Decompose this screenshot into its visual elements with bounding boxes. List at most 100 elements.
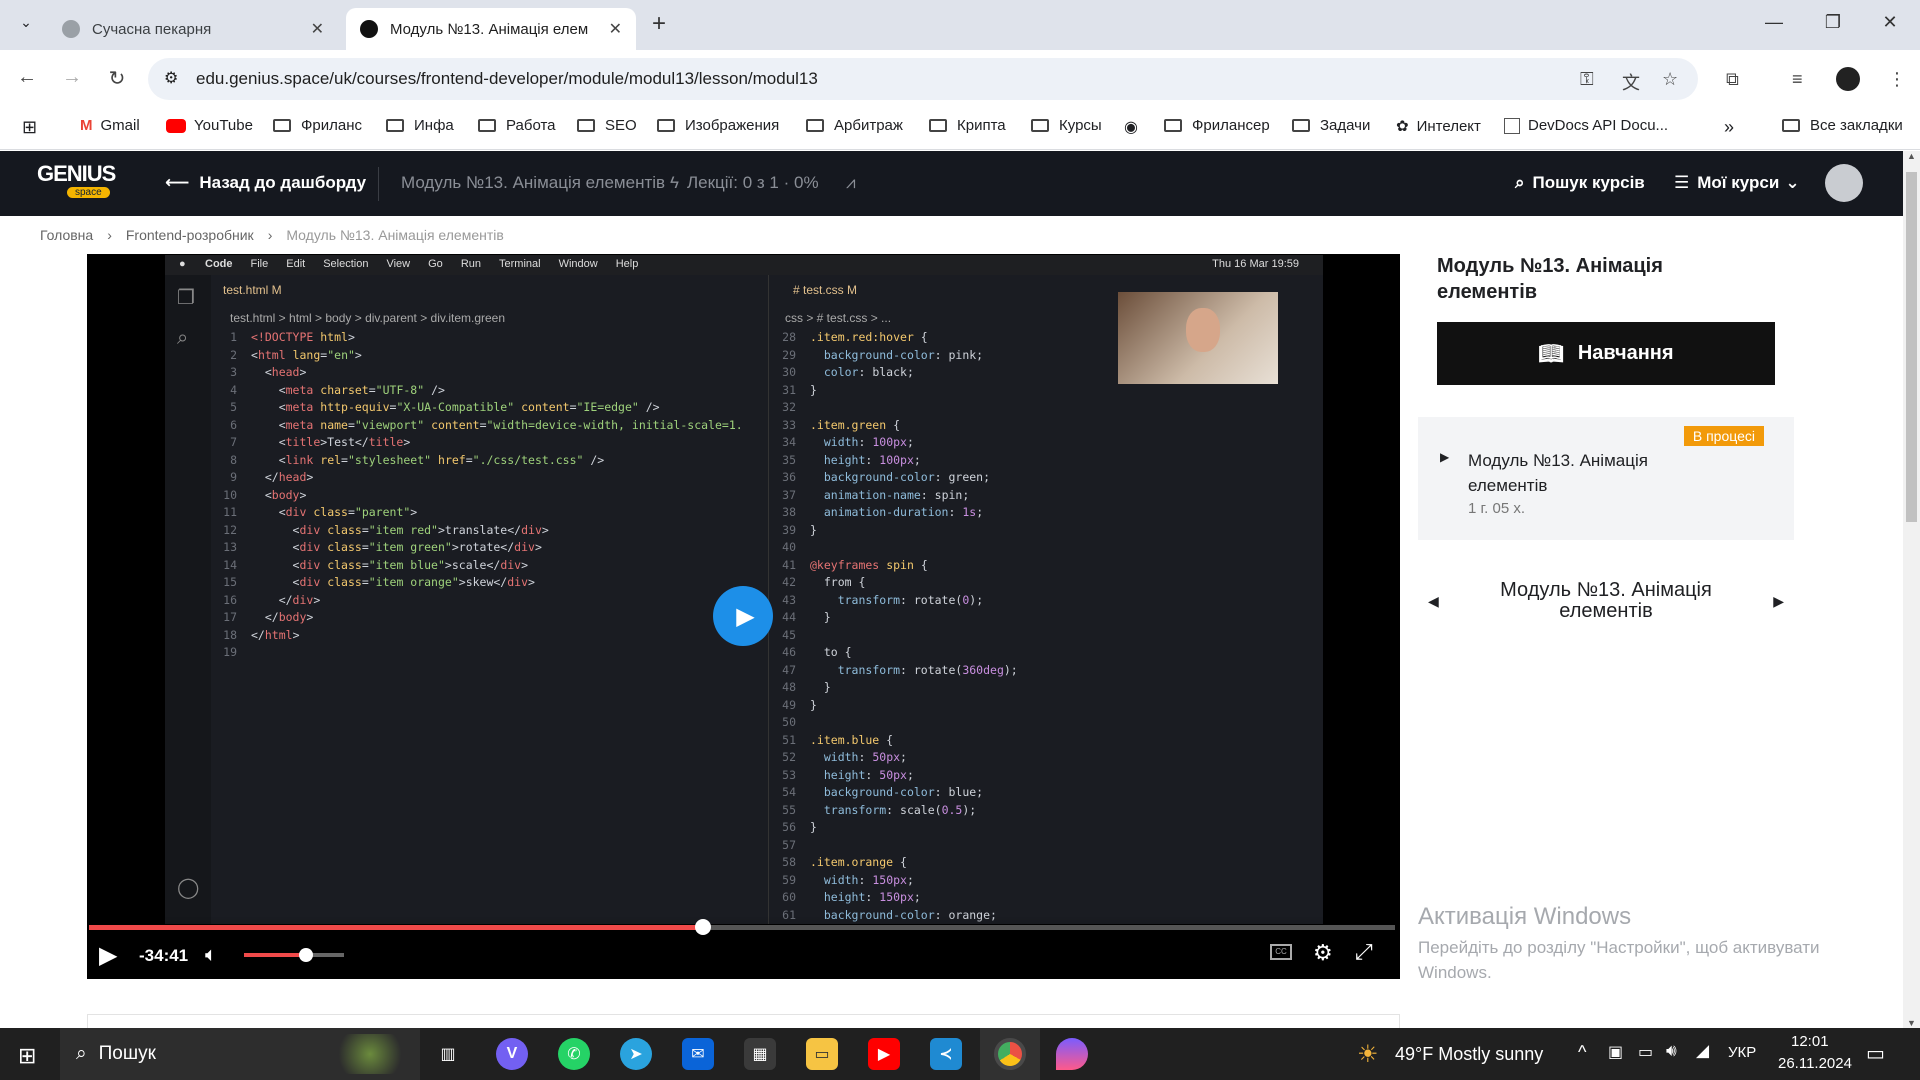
telegram-icon[interactable]: ➤ — [620, 1038, 652, 1070]
user-avatar[interactable] — [1825, 164, 1863, 202]
file-explorer-icon[interactable]: ▭ — [806, 1038, 838, 1070]
bookmark-crypto[interactable]: Крипта — [929, 117, 1006, 134]
files-icon: ❐ — [177, 287, 195, 309]
viber-icon[interactable]: V — [496, 1038, 528, 1070]
account-icon: ◯ — [177, 877, 200, 899]
breadcrumb: Головна › Frontend-розробник › Модуль №13.… — [40, 227, 504, 243]
network-icon[interactable]: ◢ — [1696, 1041, 1709, 1061]
play-button[interactable]: ▶ — [99, 941, 117, 970]
windows-start-icon[interactable]: ⊞ — [18, 1043, 36, 1069]
breadcrumb-frontend[interactable]: Frontend-розробник — [126, 227, 254, 243]
scroll-thumb[interactable] — [1906, 172, 1917, 522]
book-icon: 📖︎ — [1538, 343, 1564, 365]
folder-icon — [1782, 119, 1800, 132]
breadcrumb-home[interactable]: Головна — [40, 227, 93, 243]
bookmark-work[interactable]: Работа — [478, 117, 556, 134]
youtube-app-icon[interactable]: ▶ — [868, 1038, 900, 1070]
more-bookmarks-icon[interactable]: » — [1724, 117, 1734, 138]
weather-text[interactable]: 49°F Mostly sunny — [1395, 1044, 1543, 1065]
bookmark-intellect[interactable]: ✿ Интелект — [1396, 117, 1481, 136]
language-indicator[interactable]: УКР — [1728, 1044, 1756, 1061]
store-icon[interactable]: ▦ — [744, 1038, 776, 1070]
task-view-icon[interactable]: ▥ — [432, 1038, 464, 1070]
password-key-icon[interactable]: ⚿ — [1580, 69, 1594, 90]
apps-grid-icon[interactable]: ⊞ — [22, 117, 37, 138]
bookmark-arbitrage[interactable]: Арбитраж — [806, 117, 903, 134]
figma-drop-icon[interactable] — [1056, 1038, 1088, 1070]
bookmark-courses[interactable]: Курсы — [1031, 117, 1102, 134]
bookmark-youtube[interactable]: YouTube — [166, 117, 253, 134]
back-to-dashboard-link[interactable]: ⟵ Назад до дашборду — [165, 173, 366, 193]
editor-crumb-html: test.html > html > body > div.parent > d… — [230, 311, 506, 325]
site-info-icon[interactable]: ⚙ — [164, 68, 178, 88]
page-scrollbar[interactable]: ▲ ▼ — [1903, 151, 1920, 1028]
captions-icon[interactable]: CC — [1270, 944, 1292, 960]
translate-icon[interactable]: 文 — [1622, 69, 1640, 95]
search-courses-link[interactable]: ⌕ Пошук курсів — [1515, 173, 1645, 193]
play-overlay-button[interactable]: ▶ — [713, 586, 773, 646]
extensions-icon[interactable]: ⧉ — [1726, 69, 1739, 90]
css-code: 28 .item.red:hover { 29 background-color:… — [782, 330, 1018, 922]
taskbar-search[interactable]: ⌕ Пошук — [60, 1028, 420, 1080]
lesson-card[interactable]: В процесі ▶ Модуль №13. Анімація елемент… — [1418, 417, 1794, 540]
minimize-button[interactable]: — — [1759, 12, 1789, 33]
bookmark-tasks[interactable]: Задачи — [1292, 117, 1370, 134]
folder-icon — [478, 119, 496, 132]
tray-chevron-icon[interactable]: ^ — [1578, 1042, 1586, 1063]
next-arrow-icon[interactable]: ▶ — [1773, 593, 1784, 610]
close-tab-icon[interactable]: ✕ — [609, 19, 622, 39]
back-button[interactable]: ← — [14, 66, 40, 89]
new-tab-button[interactable]: + — [652, 10, 666, 38]
all-bookmarks[interactable]: Все закладки — [1782, 117, 1903, 134]
profile-avatar[interactable] — [1836, 67, 1860, 91]
editor-crumb-css: css > # test.css > ... — [785, 311, 892, 325]
genius-logo[interactable]: GENIUS space — [37, 161, 129, 198]
reload-button[interactable]: ↻ — [104, 66, 130, 91]
whatsapp-icon[interactable]: ✆ — [558, 1038, 590, 1070]
clock-time[interactable]: 12:01 — [1791, 1033, 1829, 1050]
battery-icon[interactable]: ▭ — [1638, 1042, 1653, 1062]
learning-button[interactable]: 📖︎ Навчання — [1437, 322, 1775, 385]
volume-tray-icon[interactable]: 🔊︎ — [1666, 1041, 1677, 1061]
bookmark-devdocs[interactable]: DevDocs API Docu... — [1504, 117, 1668, 134]
bookmark-freelance[interactable]: Фриланс — [273, 117, 362, 134]
progress-handle[interactable] — [694, 919, 711, 935]
bookmark-seo[interactable]: SEO — [577, 117, 637, 134]
mail-icon[interactable]: ✉ — [682, 1038, 714, 1070]
lesson-duration: 1 г. 05 х. — [1468, 500, 1526, 517]
media-control-icon[interactable]: ≡ — [1792, 69, 1803, 90]
bookmark-info[interactable]: Инфа — [386, 117, 454, 134]
close-tab-icon[interactable]: ✕ — [311, 19, 324, 39]
tab-module13[interactable]: Модуль №13. Анімація елем ✕ — [346, 8, 636, 50]
vscode-icon[interactable]: ≺ — [930, 1038, 962, 1070]
tab-search-button[interactable]: ⌄ — [14, 14, 38, 38]
bookmark-star-icon[interactable]: ☆ — [1662, 69, 1678, 90]
meet-icon[interactable]: ▣ — [1608, 1042, 1623, 1062]
my-courses-dropdown[interactable]: ☰ Мої курси ⌄ — [1674, 173, 1800, 193]
scroll-up-icon[interactable]: ▲ — [1903, 151, 1920, 161]
fullscreen-icon[interactable]: ⤢ — [1355, 939, 1373, 965]
forward-button[interactable]: → — [59, 66, 85, 89]
prev-arrow-icon[interactable]: ◀ — [1428, 593, 1439, 610]
tab-bakery[interactable]: Сучасна пекарня ✕ — [48, 8, 338, 50]
close-window-button[interactable]: ✕ — [1875, 12, 1905, 33]
notifications-icon[interactable]: ▭ — [1866, 1041, 1885, 1066]
restore-button[interactable]: ❐ — [1818, 12, 1848, 33]
panel-title: Модуль №13. Анімація елементів — [1437, 255, 1663, 303]
bookmark-images[interactable]: Изображения — [657, 117, 779, 134]
scroll-down-icon[interactable]: ▼ — [1903, 1018, 1920, 1028]
globe-icon[interactable]: ◉ — [1124, 117, 1138, 137]
volume-fill — [244, 953, 306, 957]
video-mac-menubar: ● Code File Edit Selection View Go Run Terminal… — [165, 255, 1323, 275]
folder-icon — [273, 119, 291, 132]
youtube-icon — [166, 118, 186, 133]
volume-icon[interactable]: 🔈︎ — [205, 944, 217, 967]
volume-handle[interactable] — [299, 948, 313, 962]
bookmark-gmail[interactable]: M Gmail — [80, 117, 140, 134]
menu-kebab-icon[interactable]: ⋮ — [1888, 69, 1906, 90]
settings-gear-icon[interactable]: ⚙ — [1313, 940, 1333, 966]
clock-date[interactable]: 26.11.2024 — [1778, 1055, 1852, 1072]
address-bar[interactable]: ⚙ edu.genius.space/uk/courses/frontend-d… — [148, 58, 1698, 100]
stats-chart-icon[interactable]: ⩘ — [846, 173, 856, 193]
bookmark-freelancer[interactable]: Фрилансер — [1164, 117, 1270, 134]
